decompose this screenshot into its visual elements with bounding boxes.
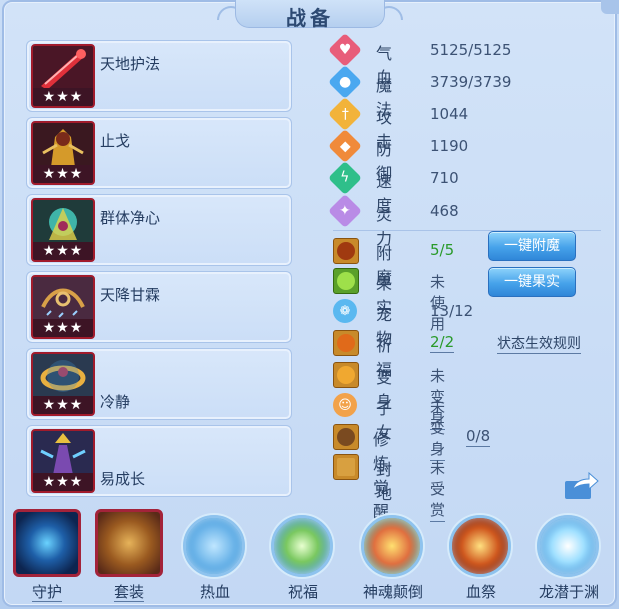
extra-label: 封地 bbox=[376, 460, 393, 503]
skill-icon: ★★★ bbox=[31, 352, 95, 416]
bottom-tab-blood[interactable]: 血祭 bbox=[441, 505, 521, 605]
bottom-tab-passion[interactable]: 热血 bbox=[175, 505, 255, 605]
stat-value: 710 bbox=[430, 169, 459, 187]
bottom-tab-guard[interactable]: 守护 bbox=[7, 505, 87, 605]
dragon-icon bbox=[537, 515, 599, 577]
blessing-orb-icon bbox=[271, 515, 333, 577]
skill-name: 天降甘霖 bbox=[100, 286, 161, 304]
skill-icon: ★★★ bbox=[31, 275, 95, 339]
one-click-enchant-button[interactable]: 一键附魔 bbox=[488, 231, 576, 261]
status-rules-link[interactable]: 状态生效规则 bbox=[497, 333, 581, 354]
skill-stars: ★★★ bbox=[33, 165, 93, 183]
title-banner: 战备 bbox=[215, 0, 405, 30]
stat-value: 3739/3739 bbox=[430, 73, 512, 91]
skill-icon: ★★★ bbox=[31, 198, 95, 262]
skill-card[interactable]: ★★★ 冷静 bbox=[26, 348, 292, 420]
blood-sacrifice-icon bbox=[449, 515, 511, 577]
bottom-label-text: 守护 bbox=[31, 583, 62, 602]
skill-stars: ★★★ bbox=[33, 88, 93, 106]
bottom-tab-set[interactable]: 套装 bbox=[89, 505, 169, 605]
skill-stars: ★★★ bbox=[33, 473, 93, 491]
extra-value[interactable]: 未变身 bbox=[430, 396, 446, 461]
skill-stars: ★★★ bbox=[33, 396, 93, 414]
armor-set-icon bbox=[95, 509, 163, 577]
skill-card[interactable]: ★★★ 天地护法 bbox=[26, 40, 292, 112]
skill-card[interactable]: ★★★ 止戈 bbox=[26, 117, 292, 189]
stat-value: 5125/5125 bbox=[430, 41, 512, 59]
skill-icon: ★★★ bbox=[31, 44, 95, 108]
extra-value[interactable]: 2/2 bbox=[430, 333, 455, 353]
bottom-label: 热血 bbox=[199, 583, 230, 601]
rain-icon bbox=[33, 277, 93, 321]
skill-name: 易成长 bbox=[100, 470, 146, 488]
transform-icon bbox=[333, 362, 359, 388]
child-icon: ☺ bbox=[333, 393, 357, 417]
extra-value[interactable]: 0/8 bbox=[466, 427, 491, 447]
skill-name: 群体净心 bbox=[100, 209, 161, 227]
bottom-label: 守护 bbox=[7, 581, 87, 602]
skill-stars: ★★★ bbox=[33, 319, 93, 337]
skill-card[interactable]: ★★★ 易成长 bbox=[26, 425, 292, 497]
bottom-label: 祝福 bbox=[287, 583, 318, 601]
bottom-tab-dragon[interactable]: 龙潜于渊 bbox=[529, 505, 609, 605]
corner-tab[interactable] bbox=[601, 0, 619, 14]
skill-name: 止戈 bbox=[100, 132, 131, 150]
page-title: 战备 bbox=[286, 6, 334, 30]
one-click-fruit-button[interactable]: 一键果实 bbox=[488, 267, 576, 297]
enchant-icon bbox=[333, 238, 359, 264]
soul-icon bbox=[361, 515, 423, 577]
bottom-label: 套装 bbox=[89, 581, 169, 602]
bottom-label: 神魂颠倒 bbox=[362, 583, 423, 601]
cultivation-icon bbox=[333, 424, 359, 450]
bottom-label-text: 套装 bbox=[113, 583, 144, 602]
skill-icon: ★★★ bbox=[31, 121, 95, 185]
skill-card[interactable]: ★★★ 群体净心 bbox=[26, 194, 292, 266]
skill-icon: ★★★ bbox=[31, 429, 95, 493]
stat-value: 1044 bbox=[430, 105, 469, 123]
skill-card[interactable]: ★★★ 天降甘霖 bbox=[26, 271, 292, 343]
guard-icon bbox=[13, 509, 81, 577]
bottom-tab-blessing[interactable]: 祝福 bbox=[263, 505, 343, 605]
share-icon[interactable] bbox=[563, 471, 599, 501]
purify-icon bbox=[33, 200, 93, 244]
extra-value: 5/5 bbox=[430, 241, 455, 259]
skill-name: 冷静 bbox=[100, 393, 131, 411]
skill-stars: ★★★ bbox=[33, 242, 93, 260]
fruit-icon bbox=[333, 268, 359, 294]
calm-ring-icon bbox=[33, 354, 93, 398]
warrior-icon bbox=[33, 123, 93, 167]
stat-value: 1190 bbox=[430, 137, 469, 155]
bottom-label: 龙潜于渊 bbox=[538, 583, 599, 601]
bottom-tab-soul[interactable]: 神魂颠倒 bbox=[353, 505, 433, 605]
fief-icon bbox=[333, 454, 359, 480]
bottom-label: 血祭 bbox=[465, 583, 496, 601]
passion-icon bbox=[183, 515, 245, 577]
stat-value: 468 bbox=[430, 202, 459, 220]
skill-name: 天地护法 bbox=[100, 55, 161, 73]
blessing-icon bbox=[333, 330, 359, 356]
sword-icon bbox=[33, 46, 93, 90]
pet-icon: ❁ bbox=[333, 299, 357, 323]
extra-value: 13/12 bbox=[430, 302, 474, 320]
growth-icon bbox=[33, 431, 93, 475]
